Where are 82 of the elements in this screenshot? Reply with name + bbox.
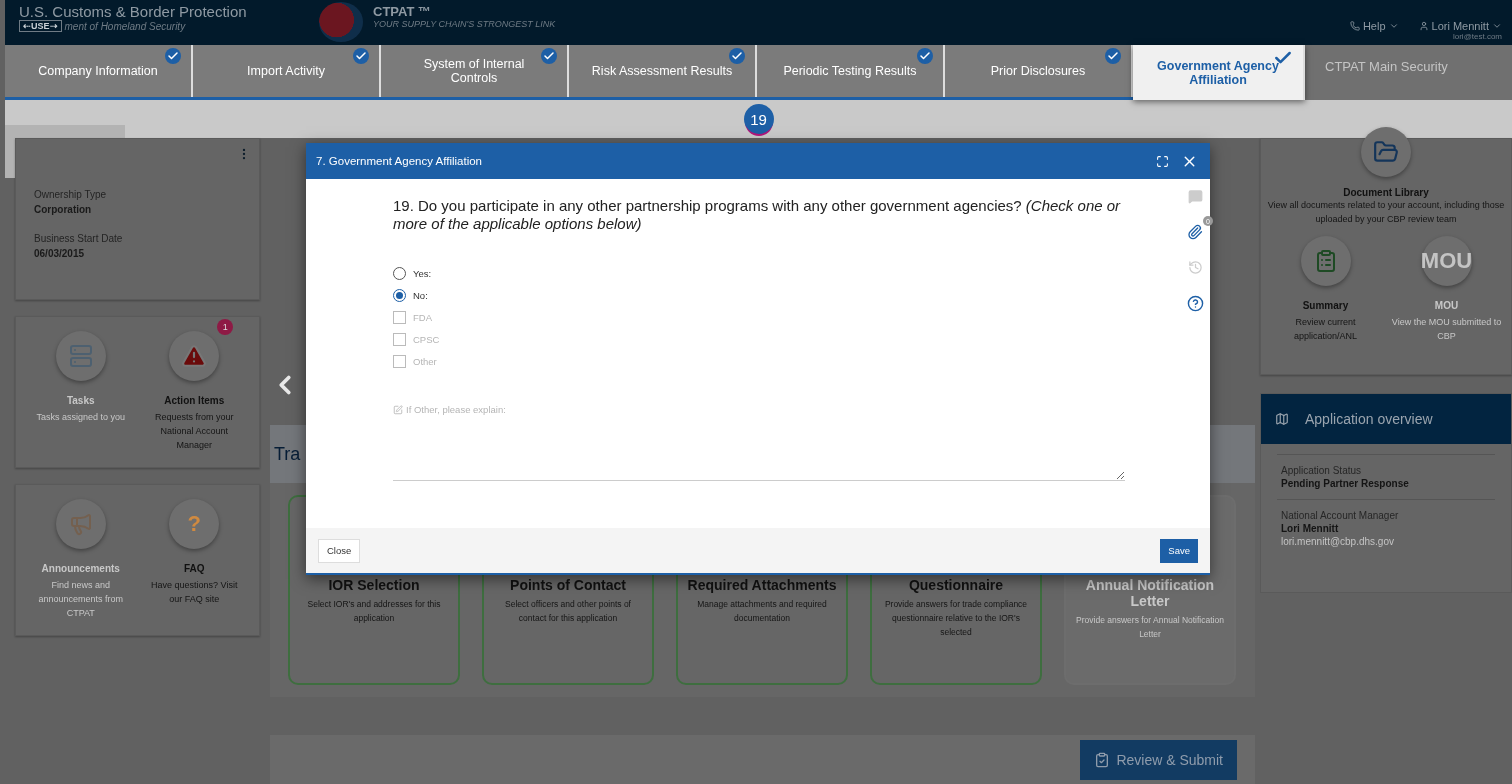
step-description: Select officers and other points of contact for this application xyxy=(504,598,632,626)
use-toggle[interactable]: ⇠USE⇢ xyxy=(19,20,62,32)
explain-label: If Other, please explain: xyxy=(406,404,506,415)
step-tab[interactable]: Company Information xyxy=(5,45,193,97)
dialog-title: 7. Government Agency Affiliation xyxy=(316,155,483,167)
caret-icon xyxy=(1492,21,1502,31)
tile-title: Announcements xyxy=(41,563,120,574)
step-description: Manage attachments and required documentation xyxy=(696,598,828,626)
help-menu[interactable]: Help xyxy=(1349,20,1399,32)
tile-description: Requests from your National Account Manager xyxy=(154,411,235,452)
overview-title: Application overview xyxy=(1305,411,1433,427)
overview-value: Lori Mennitt xyxy=(1281,523,1340,534)
manager-email: lori.mennitt@cbp.dhs.gov xyxy=(1281,536,1395,547)
paperclip-icon[interactable] xyxy=(1185,222,1205,242)
step-title: IOR Selection xyxy=(328,577,420,594)
megaphone-icon xyxy=(68,512,93,536)
tagline: YOUR SUPPLY CHAIN'S STRONGEST LINK xyxy=(373,19,557,29)
step-tab[interactable]: Government Agency Affiliation xyxy=(1133,45,1305,100)
field-value: Corporation xyxy=(34,204,93,215)
clipboard-check-icon xyxy=(1094,751,1111,768)
step-title: Questionnaire xyxy=(908,577,1004,594)
globe-logo xyxy=(319,2,363,42)
step-tab[interactable]: Periodic Testing Results xyxy=(757,45,945,97)
tile-description: View the MOU submitted to CBP xyxy=(1390,316,1503,343)
warning-icon xyxy=(181,343,208,369)
tile-description: Have questions? Visit our FAQ site xyxy=(150,579,239,606)
step-tab[interactable]: Import Activity xyxy=(193,45,381,97)
save-button[interactable]: Save xyxy=(1160,538,1198,563)
brand-name: CTPAT ™ xyxy=(373,4,432,19)
icon-label: MOU xyxy=(1420,248,1473,274)
option-label: Yes: xyxy=(413,268,432,279)
user-email: lori@test.com xyxy=(1452,32,1502,41)
close-button[interactable]: Close xyxy=(318,538,361,563)
tile-description: Review current application/ANL xyxy=(1292,316,1358,343)
tile-icon-circle[interactable] xyxy=(55,331,106,381)
folder-icon[interactable] xyxy=(1361,127,1411,177)
caret-icon xyxy=(1388,21,1399,31)
step-title: Annual Notification Letter xyxy=(1084,577,1216,610)
section-title: Tra xyxy=(274,443,301,465)
tile-title: Summary xyxy=(1302,300,1349,311)
step-description: Provide answers for trade compliance questionnaire relative to the IOR's selected xyxy=(883,598,1029,640)
step-number-badge: 19 xyxy=(743,104,774,134)
option-label: CPSC xyxy=(413,334,440,345)
agency-name: U.S. Customs & Border Protection xyxy=(19,4,248,20)
tile-icon-circle[interactable] xyxy=(1300,236,1351,286)
field-value: 06/03/2015 xyxy=(34,248,86,259)
step-tab[interactable]: System of Internal Controls xyxy=(381,45,569,97)
option-label: Other xyxy=(413,356,437,367)
user-menu[interactable]: Lori Mennitt xyxy=(1418,20,1502,32)
option-label: FDA xyxy=(413,312,432,323)
step-description: Provide answers for Annual Notification Letter xyxy=(1075,614,1225,642)
step-tab[interactable]: Risk Assessment Results xyxy=(569,45,757,97)
step-title: Points of Contact xyxy=(510,577,626,594)
count-badge: 1 xyxy=(217,319,234,335)
phone-icon xyxy=(1349,21,1360,31)
field-label: Business Start Date xyxy=(34,233,124,244)
server-icon xyxy=(68,344,93,368)
tile-title: MOU xyxy=(1434,300,1459,311)
step-description: Select IOR's and addresses for this application xyxy=(306,598,442,626)
overview-label: National Account Manager xyxy=(1281,510,1400,521)
tile-description: Tasks assigned to you xyxy=(36,411,126,424)
overview-value: Pending Partner Response xyxy=(1281,478,1410,489)
step-title: Required Attachments xyxy=(687,577,837,594)
edit-icon xyxy=(393,404,403,415)
library-description: View all documents related to your account, including those uploaded by your CBP review team xyxy=(1266,199,1506,226)
overview-label: Application Status xyxy=(1281,465,1363,476)
tile-title: FAQ xyxy=(183,563,205,574)
review-submit-button[interactable]: Review & Submit xyxy=(1080,739,1237,780)
tile-title: Action Items xyxy=(164,395,225,406)
department-name: ment of Homeland Security xyxy=(64,20,186,32)
step-tab[interactable]: Prior Disclosures xyxy=(945,45,1133,97)
library-title: Document Library xyxy=(1343,187,1429,198)
field-label: Ownership Type xyxy=(34,189,108,200)
question-text: 19. Do you participate in any other partnership programs with any other government agencies? (Check one or more of the applicable options below) xyxy=(393,197,1122,233)
tile-title: Tasks xyxy=(66,395,95,406)
tile-icon-circle[interactable] xyxy=(55,499,106,549)
tile-icon-circle[interactable] xyxy=(169,331,220,381)
tile-description: Find news and announcements from CTPAT xyxy=(37,579,124,620)
icon-label: ? xyxy=(187,511,201,537)
user-icon xyxy=(1418,21,1429,31)
option-label: No: xyxy=(413,290,428,301)
map-icon xyxy=(1275,412,1289,426)
